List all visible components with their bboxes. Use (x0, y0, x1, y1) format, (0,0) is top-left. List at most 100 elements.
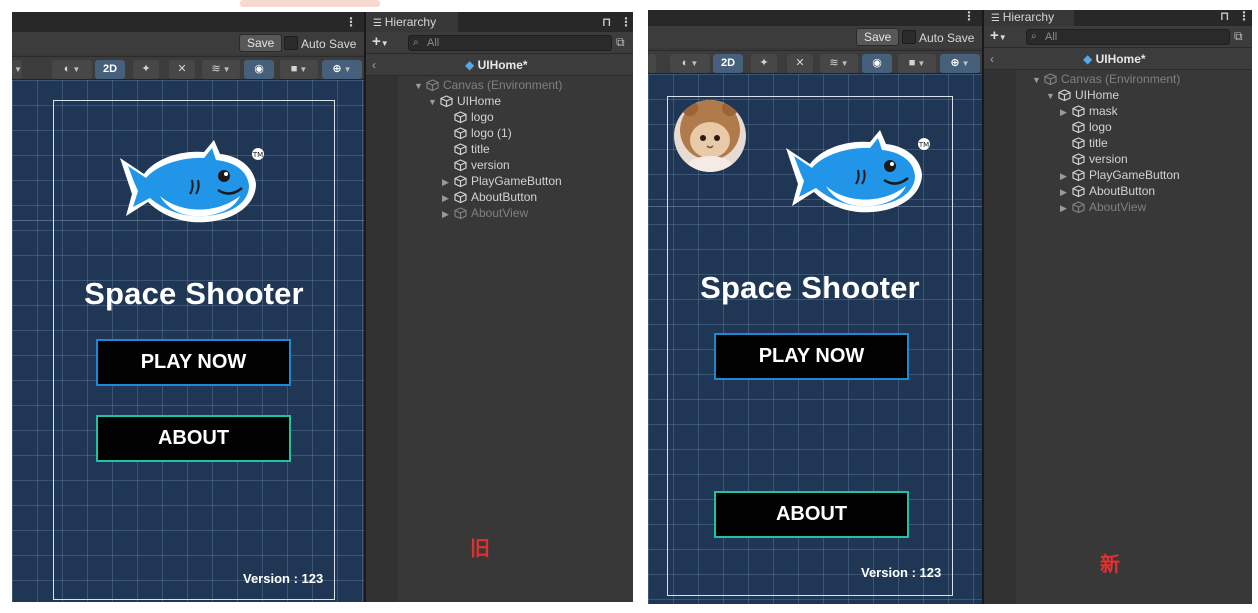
version-label: Version : 123 (243, 571, 324, 586)
scene-viewport-new[interactable]: TM Space Shooter PLAY NOW ABOUT Version … (648, 74, 982, 604)
scene-visibility-icon[interactable]: ◉ (244, 60, 274, 79)
save-button[interactable]: Save (239, 34, 283, 52)
lock-icon[interactable]: ⊓ (1220, 10, 1230, 26)
about-button[interactable]: ABOUT (714, 491, 909, 538)
expand-down-icon[interactable]: ▼ (428, 94, 440, 110)
add-object-dropdown[interactable]: +▼ (990, 26, 1007, 48)
auto-save-checkbox[interactable] (284, 36, 298, 50)
toolbar-overflow-dropdown[interactable]: ▼ (12, 60, 22, 79)
auto-save-label: Auto Save (301, 37, 357, 51)
about-button[interactable]: ABOUT (96, 415, 291, 462)
hierarchy-item[interactable]: ▼ UIHome (428, 93, 501, 109)
save-button[interactable]: Save (856, 28, 900, 46)
hierarchy-item[interactable]: logo (442, 109, 494, 125)
gameobject-cube-icon (1072, 201, 1085, 214)
gizmos-dropdown[interactable]: ⊕ ▼ (322, 60, 362, 79)
hierarchy-item-label: logo (471, 110, 494, 124)
expand-down-icon[interactable]: ▼ (1032, 72, 1044, 88)
expand-down-icon[interactable]: ▼ (1046, 88, 1058, 104)
hierarchy-item[interactable]: ▶ AboutView (1060, 199, 1146, 215)
shark-logo-icon: TM (120, 140, 264, 223)
lock-icon[interactable]: ⊓ (602, 12, 612, 32)
toggle-2d-button[interactable]: 2D (95, 60, 125, 79)
hierarchy-gutter (366, 76, 398, 602)
hierarchy-item[interactable]: ▼ Canvas (Environment) (414, 77, 562, 93)
scene-menu-icon[interactable]: ⋮ (345, 12, 357, 32)
scene-view-new: ⋮ Save Auto Save ◐ ▼ 2D ✦ ✕ ≋ ▼ ◉ ■ ▼ ⊕ ▼ (648, 10, 982, 604)
hierarchy-menu-icon[interactable]: ⋮ (1238, 10, 1250, 26)
hierarchy-item-label: title (1089, 136, 1108, 150)
toolbar-overflow-dropdown[interactable] (648, 54, 656, 73)
search-placeholder: All (427, 37, 440, 49)
hierarchy-item-label: mask (1089, 104, 1118, 118)
play-now-button[interactable]: PLAY NOW (96, 339, 291, 386)
gameobject-cube-icon (454, 159, 467, 172)
audio-mute-icon[interactable]: ✕ (169, 60, 195, 79)
hierarchy-search-input[interactable]: ⌕ All (1026, 29, 1230, 45)
expand-right-icon[interactable]: ▶ (1060, 168, 1072, 184)
gizmos-dropdown[interactable]: ⊕ ▼ (940, 54, 980, 73)
play-now-button[interactable]: PLAY NOW (714, 333, 909, 380)
scene-name: ◆ UIHome* (465, 54, 528, 76)
open-scene-icon[interactable]: ⧉ (1234, 29, 1243, 44)
hierarchy-item[interactable]: ▶ mask (1060, 103, 1118, 119)
add-object-dropdown[interactable]: +▼ (372, 32, 389, 54)
gameobject-cube-icon (454, 175, 467, 188)
shading-mode-dropdown[interactable]: ◐ ▼ (670, 54, 710, 73)
hierarchy-item[interactable]: title (1060, 135, 1108, 151)
gameobject-cube-icon (1072, 105, 1085, 118)
hierarchy-panel-old: ☰ Hierarchy ⊓ ⋮ +▼ ⌕ All ⧉ ‹ ◆ UIHome* ▼ C… (364, 12, 633, 602)
hierarchy-item-label: UIHome (1075, 88, 1120, 102)
back-arrow-icon[interactable]: ‹ (990, 48, 994, 70)
hierarchy-item-label: Canvas (Environment) (443, 78, 563, 92)
expand-right-icon[interactable]: ▶ (1060, 104, 1072, 120)
hierarchy-item[interactable]: ▼ UIHome (1046, 87, 1119, 103)
hierarchy-item[interactable]: version (442, 157, 510, 173)
expand-right-icon[interactable]: ▶ (442, 206, 454, 222)
expand-right-icon[interactable]: ▶ (442, 190, 454, 206)
expand-right-icon[interactable]: ▶ (1060, 200, 1072, 216)
lighting-icon[interactable]: ✦ (133, 60, 159, 79)
scene-viewport-old[interactable]: TM Space Shooter PLAY NOW ABOUT Version … (12, 80, 364, 602)
globe-icon: ⊕ (332, 63, 342, 75)
hierarchy-item[interactable]: ▶ PlayGameButton (442, 173, 562, 189)
effects-dropdown[interactable]: ≋ ▼ (820, 54, 858, 73)
shading-mode-dropdown[interactable]: ◐ ▼ (52, 60, 92, 79)
game-title: Space Shooter (84, 276, 304, 311)
hierarchy-item[interactable]: ▶ AboutView (442, 205, 528, 221)
toggle-2d-button[interactable]: 2D (713, 54, 743, 73)
lighting-icon[interactable]: ✦ (751, 54, 777, 73)
expand-down-icon[interactable]: ▼ (414, 78, 426, 94)
audio-mute-icon[interactable]: ✕ (787, 54, 813, 73)
scene-menu-icon[interactable]: ⋮ (963, 10, 975, 26)
hierarchy-item[interactable]: title (442, 141, 490, 157)
hierarchy-item[interactable]: logo (1060, 119, 1112, 135)
hierarchy-item-label: AboutButton (1089, 184, 1156, 198)
hierarchy-item[interactable]: ▶ AboutButton (1060, 183, 1155, 199)
camera-dropdown[interactable]: ■ ▼ (280, 60, 318, 79)
hierarchy-panel-new: ☰ Hierarchy ⊓ ⋮ +▼ ⌕ All ⧉ ‹ ◆ UIHome* ▼ C… (982, 10, 1252, 604)
hierarchy-item[interactable]: version (1060, 151, 1128, 167)
scene-visibility-icon[interactable]: ◉ (862, 54, 892, 73)
annotation-highlight (240, 0, 380, 7)
effects-dropdown[interactable]: ≋ ▼ (202, 60, 240, 79)
sphere-icon: ◐ (681, 57, 689, 69)
editor-panel-old: ⋮ Save Auto Save ▼ ◐ ▼ 2D ✦ ✕ ≋ ▼ ◉ ■ ▼ ⊕ ▼ (12, 12, 633, 602)
back-arrow-icon[interactable]: ‹ (372, 54, 376, 76)
hierarchy-item[interactable]: ▶ AboutButton (442, 189, 537, 205)
hierarchy-item-label: AboutView (1089, 200, 1147, 214)
hierarchy-menu-icon[interactable]: ⋮ (620, 12, 632, 32)
hierarchy-item[interactable]: ▶ PlayGameButton (1060, 167, 1180, 183)
hierarchy-tab-label: Hierarchy (384, 15, 437, 29)
search-icon: ⌕ (1031, 31, 1037, 42)
hierarchy-tab[interactable]: ☰ Hierarchy (984, 10, 1074, 26)
hierarchy-item[interactable]: logo (1) (442, 125, 512, 141)
expand-right-icon[interactable]: ▶ (1060, 184, 1072, 200)
expand-right-icon[interactable]: ▶ (442, 174, 454, 190)
hierarchy-item[interactable]: ▼ Canvas (Environment) (1032, 71, 1180, 87)
hierarchy-search-input[interactable]: ⌕ All (408, 35, 612, 51)
open-scene-icon[interactable]: ⧉ (616, 35, 625, 50)
hierarchy-tab[interactable]: ☰ Hierarchy (366, 12, 458, 32)
auto-save-checkbox[interactable] (902, 30, 916, 44)
camera-dropdown[interactable]: ■ ▼ (898, 54, 936, 73)
